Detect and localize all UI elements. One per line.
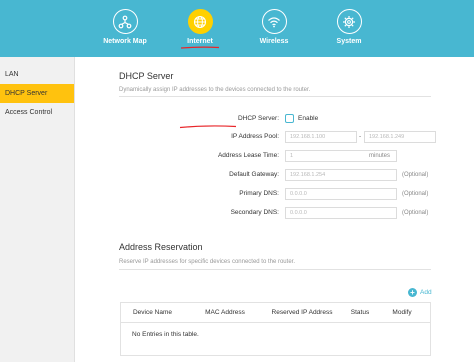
optional-text: (Optional) — [402, 210, 429, 216]
reservation-section-title: Address Reservation — [119, 242, 203, 252]
secondary-dns-label: Secondary DNS: — [230, 209, 279, 216]
reservation-section-subtitle: Reserve IP addresses for specific device… — [119, 259, 295, 265]
nav-label: System — [336, 38, 362, 45]
nav-network-map[interactable]: Network Map — [90, 9, 160, 45]
dhcp-enable-checkbox[interactable] — [285, 114, 294, 123]
optional-text: (Optional) — [402, 172, 429, 178]
secondary-dns-input[interactable]: 0.0.0.0 — [285, 207, 397, 219]
gear-icon — [336, 9, 362, 34]
wifi-icon — [261, 9, 287, 34]
column-header-status: Status — [350, 309, 370, 316]
nav-wireless[interactable]: Wireless — [239, 9, 309, 45]
table-header: Device Name MAC Address Reserved IP Addr… — [121, 303, 430, 323]
secondary-dns-row: Secondary DNS: 0.0.0.0 (Optional) — [119, 207, 439, 219]
sidebar: LAN DHCP Server Access Control — [0, 57, 75, 362]
ip-pool-row: IP Address Pool: 192.168.1.100 - 192.168… — [119, 131, 439, 143]
active-tab-annotation — [180, 46, 220, 49]
ip-pool-end-input[interactable]: 192.168.1.249 — [364, 131, 436, 143]
primary-dns-row: Primary DNS: 0.0.0.0 (Optional) — [119, 188, 439, 200]
nav-label: Internet — [187, 38, 213, 45]
lease-time-input[interactable]: 1 minutes — [285, 150, 397, 162]
add-label: Add — [420, 288, 432, 296]
sidebar-item-lan[interactable]: LAN — [0, 65, 74, 84]
lease-time-label: Address Lease Time: — [217, 152, 279, 159]
dhcp-server-row: DHCP Server: Enable — [119, 113, 439, 125]
globe-icon — [187, 9, 213, 34]
column-header-modify: Modify — [392, 309, 412, 316]
nav-label: Network Map — [103, 38, 147, 45]
plus-icon: + — [408, 287, 417, 297]
column-header-device-name: Device Name — [132, 309, 172, 316]
dhcp-section-subtitle: Dynamically assign IP addresses to the d… — [119, 87, 311, 93]
network-map-icon — [112, 9, 138, 34]
primary-dns-label: Primary DNS: — [239, 190, 279, 197]
enable-label: Enable — [298, 115, 319, 122]
lease-time-unit: minutes — [368, 153, 390, 159]
sidebar-item-access-control[interactable]: Access Control — [0, 103, 74, 122]
dhcp-server-annotation — [179, 125, 237, 129]
reservation-table: Device Name MAC Address Reserved IP Addr… — [120, 302, 431, 356]
sidebar-item-dhcp-server[interactable]: DHCP Server — [0, 84, 74, 103]
default-gateway-input[interactable]: 192.168.1.254 — [285, 169, 397, 181]
ip-pool-start-input[interactable]: 192.168.1.100 — [285, 131, 357, 143]
section-divider — [119, 96, 431, 97]
nav-label: Wireless — [259, 38, 289, 45]
primary-dns-input[interactable]: 0.0.0.0 — [285, 188, 397, 200]
column-header-reserved-ip: Reserved IP Address — [271, 309, 333, 316]
default-gateway-row: Default Gateway: 192.168.1.254 (Optional… — [119, 169, 439, 181]
dhcp-section-title: DHCP Server — [119, 71, 174, 81]
optional-text: (Optional) — [402, 191, 429, 197]
nav-internet[interactable]: Internet — [165, 9, 235, 45]
ip-pool-label: IP Address Pool: — [231, 133, 279, 140]
add-reservation-button[interactable]: + Add — [408, 287, 432, 297]
top-navigation-bar: Network Map Internet Wireless System — [0, 0, 474, 57]
main-content: DHCP Server Dynamically assign IP addres… — [75, 57, 474, 362]
column-header-mac-address: MAC Address — [205, 309, 245, 316]
section-divider — [119, 269, 431, 270]
ip-pool-separator: - — [359, 133, 362, 140]
lease-time-row: Address Lease Time: 1 minutes — [119, 150, 439, 162]
nav-system[interactable]: System — [314, 9, 384, 45]
default-gateway-label: Default Gateway: — [229, 171, 279, 178]
lease-time-value: 1 — [290, 153, 294, 159]
empty-table-message: No Entries in this table. — [132, 331, 199, 338]
